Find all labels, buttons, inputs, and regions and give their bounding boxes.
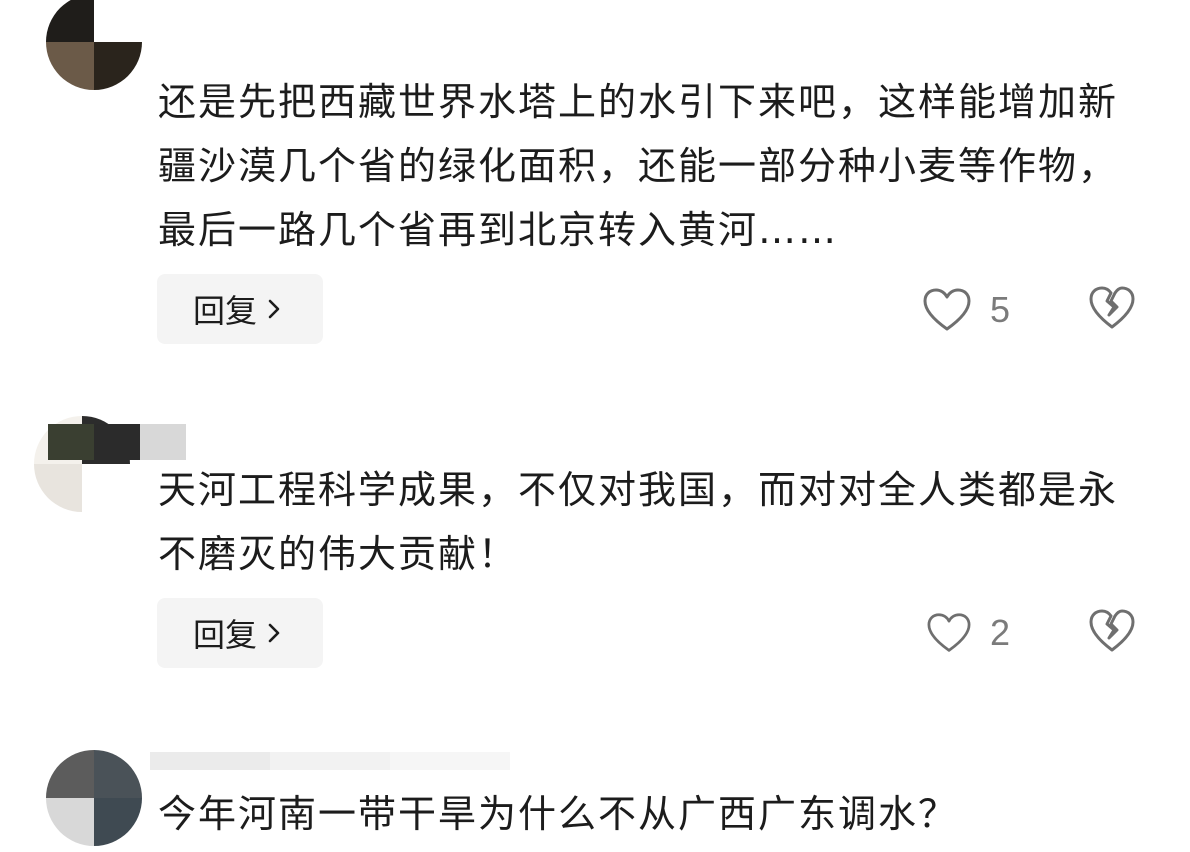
heart-outline-icon <box>922 287 972 333</box>
broken-heart-icon <box>1088 285 1136 331</box>
username-blurred[interactable] <box>48 424 186 460</box>
like-count: 2 <box>990 612 1011 653</box>
comment-text: 还是先把西藏世界水塔上的水引下来吧，这样能增加新疆沙漠几个省的绿化面积，还能一部… <box>158 80 1119 252</box>
broken-heart-icon <box>1088 608 1136 654</box>
reply-label: 回复 <box>192 292 257 330</box>
like-count: 5 <box>990 289 1011 330</box>
reply-button[interactable]: 回复 <box>157 598 323 668</box>
reply-label: 回复 <box>192 616 257 654</box>
like-button[interactable]: 2 <box>926 608 1010 658</box>
dislike-button[interactable] <box>1088 608 1136 656</box>
avatar[interactable] <box>46 0 142 90</box>
comment-text: 今年河南一带干旱为什么不从广西广东调水？ <box>158 792 959 836</box>
avatar[interactable] <box>46 750 142 846</box>
comment-text: 天河工程科学成果，不仅对我国，而对对全人类都是永不磨灭的伟大贡献！ <box>158 468 1119 576</box>
chevron-right-icon <box>265 297 283 321</box>
chevron-right-icon <box>265 621 283 645</box>
like-button[interactable]: 5 <box>922 285 1010 335</box>
heart-outline-icon <box>926 612 972 654</box>
dislike-button[interactable] <box>1088 285 1136 333</box>
reply-button[interactable]: 回复 <box>157 274 323 344</box>
